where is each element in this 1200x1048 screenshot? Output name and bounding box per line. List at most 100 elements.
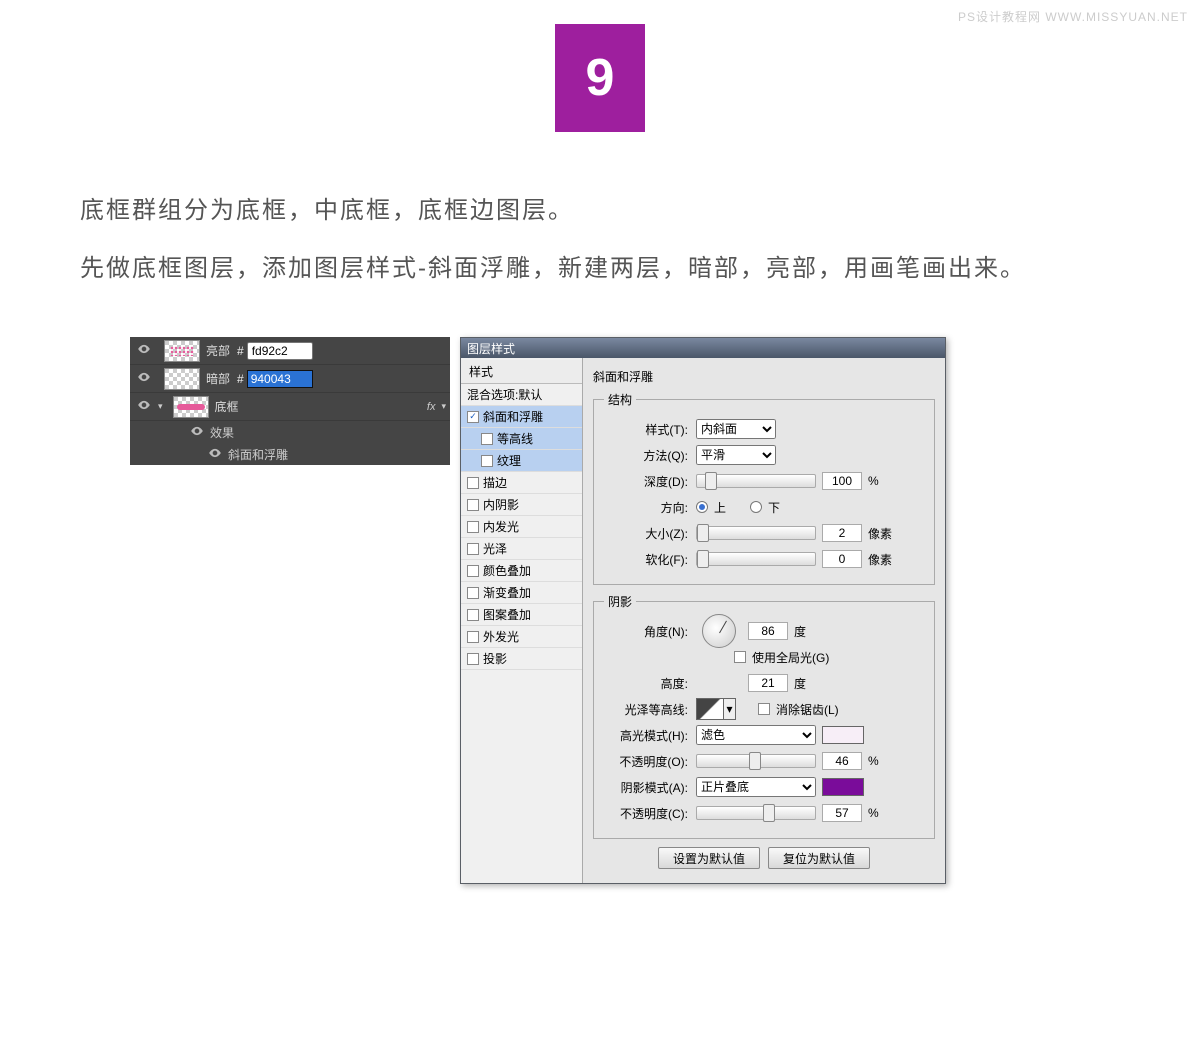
label-depth: 深度(D): — [604, 473, 690, 490]
hex-input-shadow[interactable] — [247, 370, 313, 388]
depth-input[interactable] — [822, 472, 862, 490]
style-item-pattern-overlay[interactable]: 图案叠加 — [461, 604, 582, 626]
shadow-mode-select[interactable]: 正片叠底 — [696, 777, 816, 797]
checkbox-icon[interactable] — [467, 609, 479, 621]
highlight-opacity-input[interactable] — [822, 752, 862, 770]
style-label: 纹理 — [497, 452, 521, 469]
effects-row[interactable]: 效果 — [130, 421, 450, 443]
style-label: 内阴影 — [483, 496, 519, 513]
style-item-gradient-overlay[interactable]: 渐变叠加 — [461, 582, 582, 604]
visibility-icon[interactable] — [137, 398, 151, 415]
style-label: 光泽 — [483, 540, 507, 557]
style-item-stroke[interactable]: 描边 — [461, 472, 582, 494]
unit-percent: % — [868, 754, 894, 768]
checkbox-global-light[interactable] — [734, 651, 746, 663]
label-up: 上 — [714, 499, 726, 516]
angle-input[interactable] — [748, 622, 788, 640]
layer-thumbnail[interactable] — [164, 340, 200, 362]
checkbox-icon[interactable] — [467, 411, 479, 423]
settings-pane: 斜面和浮雕 结构 样式(T): 内斜面 方法(Q): 平滑 深度(D): — [583, 358, 945, 883]
soften-input[interactable] — [822, 550, 862, 568]
highlight-color-swatch[interactable] — [822, 726, 864, 744]
checkbox-icon[interactable] — [467, 477, 479, 489]
shadow-opacity-input[interactable] — [822, 804, 862, 822]
highlight-opacity-slider[interactable] — [696, 754, 816, 768]
visibility-icon[interactable] — [137, 342, 151, 359]
label-soften: 软化(F): — [604, 551, 690, 568]
hex-prefix: # — [234, 344, 247, 358]
checkbox-icon[interactable] — [467, 653, 479, 665]
checkbox-icon[interactable] — [467, 543, 479, 555]
style-item-inner-glow[interactable]: 内发光 — [461, 516, 582, 538]
layer-row-highlight[interactable]: 亮部 # — [130, 337, 450, 365]
checkbox-icon[interactable] — [481, 455, 493, 467]
fx-caret-icon[interactable]: ▾ — [441, 401, 446, 412]
style-item-contour[interactable]: 等高线 — [461, 428, 582, 450]
expand-caret-icon[interactable]: ▾ — [158, 401, 163, 412]
gloss-contour-picker[interactable]: ▾ — [696, 698, 736, 720]
style-item-bevel[interactable]: 斜面和浮雕 — [461, 406, 582, 428]
style-label: 图案叠加 — [483, 606, 531, 623]
unit-deg: 度 — [794, 623, 820, 640]
highlight-mode-select[interactable]: 滤色 — [696, 725, 816, 745]
size-input[interactable] — [822, 524, 862, 542]
depth-slider[interactable] — [696, 474, 816, 488]
shadow-fieldset: 阴影 角度(N): 度 使用全局光(G) 高度: — [593, 593, 935, 839]
angle-wheel[interactable] — [702, 614, 736, 648]
radio-up[interactable] — [696, 501, 708, 513]
set-default-button[interactable]: 设置为默认值 — [658, 847, 760, 869]
style-label: 内发光 — [483, 518, 519, 535]
reset-default-button[interactable]: 复位为默认值 — [768, 847, 870, 869]
method-select[interactable]: 平滑 — [696, 445, 776, 465]
label-down: 下 — [768, 499, 780, 516]
styles-header: 样式 — [461, 360, 582, 384]
label-highlight-mode: 高光模式(H): — [604, 727, 690, 744]
checkbox-icon[interactable] — [467, 499, 479, 511]
shadow-color-swatch[interactable] — [822, 778, 864, 796]
effect-bevel-row[interactable]: 斜面和浮雕 — [130, 443, 450, 465]
checkbox-icon[interactable] — [467, 521, 479, 533]
checkbox-icon[interactable] — [467, 587, 479, 599]
size-slider[interactable] — [696, 526, 816, 540]
style-item-outer-glow[interactable]: 外发光 — [461, 626, 582, 648]
style-select[interactable]: 内斜面 — [696, 419, 776, 439]
structure-legend: 结构 — [604, 391, 636, 408]
label-antialias: 消除锯齿(L) — [776, 701, 839, 718]
style-label: 描边 — [483, 474, 507, 491]
layer-row-shadow[interactable]: 暗部 # — [130, 365, 450, 393]
style-item-texture[interactable]: 纹理 — [461, 450, 582, 472]
effect-bevel-label: 斜面和浮雕 — [228, 446, 288, 463]
soften-slider[interactable] — [696, 552, 816, 566]
layer-row-base[interactable]: ▾ 底框 fx ▾ — [130, 393, 450, 421]
visibility-icon[interactable] — [208, 446, 222, 463]
shadow-opacity-slider[interactable] — [696, 806, 816, 820]
checkbox-antialias[interactable] — [758, 703, 770, 715]
visibility-icon[interactable] — [190, 424, 204, 441]
label-opacity-shadow: 不透明度(C): — [604, 805, 690, 822]
effects-label: 效果 — [210, 424, 234, 441]
checkbox-icon[interactable] — [467, 631, 479, 643]
checkbox-icon[interactable] — [467, 565, 479, 577]
dialog-titlebar[interactable]: 图层样式 — [461, 338, 945, 358]
layer-thumbnail[interactable] — [164, 368, 200, 390]
dialog-title: 图层样式 — [467, 340, 515, 357]
visibility-icon[interactable] — [137, 370, 151, 387]
label-method: 方法(Q): — [604, 447, 690, 464]
style-item-satin[interactable]: 光泽 — [461, 538, 582, 560]
chevron-down-icon[interactable]: ▾ — [724, 698, 736, 720]
contour-swatch-icon — [696, 698, 724, 720]
label-style: 样式(T): — [604, 421, 690, 438]
label-global-light: 使用全局光(G) — [752, 649, 829, 666]
style-item-inner-shadow[interactable]: 内阴影 — [461, 494, 582, 516]
blend-options-item[interactable]: 混合选项:默认 — [461, 384, 582, 406]
style-label: 颜色叠加 — [483, 562, 531, 579]
hex-input-highlight[interactable] — [247, 342, 313, 360]
fx-badge[interactable]: fx — [427, 401, 436, 413]
radio-down[interactable] — [750, 501, 762, 513]
style-item-color-overlay[interactable]: 颜色叠加 — [461, 560, 582, 582]
altitude-input[interactable] — [748, 674, 788, 692]
style-item-drop-shadow[interactable]: 投影 — [461, 648, 582, 670]
checkbox-icon[interactable] — [481, 433, 493, 445]
structure-fieldset: 结构 样式(T): 内斜面 方法(Q): 平滑 深度(D): % — [593, 391, 935, 585]
layer-thumbnail[interactable] — [173, 396, 209, 418]
